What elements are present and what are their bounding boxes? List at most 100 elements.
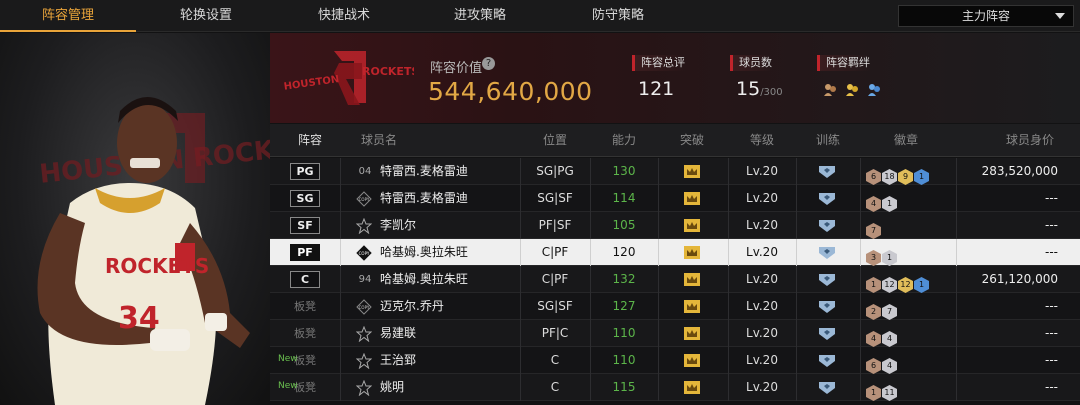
training-icon[interactable] — [818, 326, 836, 341]
bond-bronze-icon[interactable] — [822, 81, 838, 97]
badge-bronze[interactable]: 1 — [866, 277, 881, 293]
player-name[interactable]: 哈基姆.奥拉朱旺 — [380, 266, 468, 293]
card-number: 04 — [358, 166, 372, 177]
team-logo-text-left: HOUSTON — [284, 74, 340, 93]
bond-blue-icon[interactable] — [866, 81, 882, 97]
table-row[interactable]: 板凳 New 王治郅 C 110 Lv.20 6 4 --- — [270, 347, 1080, 374]
badge-bronze[interactable]: 2 — [866, 304, 881, 320]
player-level: Lv.20 — [746, 353, 778, 367]
table-row[interactable]: SG COPY 特雷西.麦格雷迪 SG|SF 114 Lv.20 4 1 --- — [270, 185, 1080, 212]
badge-bronze[interactable]: 4 — [866, 331, 881, 347]
tab-rotation-settings[interactable]: 轮换设置 — [136, 0, 276, 32]
copy-card-icon: COPY — [356, 245, 372, 261]
badge-bronze[interactable]: 6 — [866, 169, 881, 185]
col-player-value[interactable]: 球员身价 — [1000, 124, 1060, 157]
badge-gold[interactable]: 12 — [898, 277, 913, 293]
player-ability: 110 — [612, 326, 636, 340]
table-row[interactable]: 板凳 易建联 PF|C 110 Lv.20 4 4 --- — [270, 320, 1080, 347]
bench-label: 板凳 — [294, 300, 316, 313]
badge-silver[interactable]: 12 — [882, 277, 897, 293]
player-name[interactable]: 王治郅 — [380, 347, 416, 374]
col-lineup[interactable]: 阵容 — [290, 124, 330, 157]
badge-silver[interactable]: 1 — [882, 196, 897, 212]
badge-silver[interactable]: 11 — [882, 385, 897, 401]
divider — [860, 212, 861, 239]
player-position: C|PF — [541, 272, 569, 286]
training-icon[interactable] — [818, 164, 836, 179]
player-name[interactable]: 特雷西.麦格雷迪 — [380, 185, 468, 212]
training-icon[interactable] — [818, 245, 836, 260]
crown-icon[interactable] — [683, 191, 701, 206]
divider — [956, 185, 957, 212]
badge-silver[interactable]: 4 — [882, 358, 897, 374]
col-ability[interactable]: 能力 — [604, 124, 644, 157]
jersey-number-text: 34 — [118, 301, 160, 336]
player-level: Lv.20 — [746, 191, 778, 205]
training-icon[interactable] — [818, 272, 836, 287]
badge-silver[interactable]: 18 — [882, 169, 897, 185]
crown-icon[interactable] — [683, 380, 701, 395]
team-logo-text-right: ROCKETS — [362, 65, 414, 78]
player-name[interactable]: 李凯尔 — [380, 212, 416, 239]
team-value-label: 阵容价值 — [430, 61, 483, 76]
crown-icon[interactable] — [683, 299, 701, 314]
player-name[interactable]: 易建联 — [380, 320, 416, 347]
player-name[interactable]: 姚明 — [380, 374, 404, 401]
player-position: SG|PG — [536, 164, 574, 178]
tab-defense-strategy[interactable]: 防守策略 — [548, 0, 688, 32]
crown-icon[interactable] — [683, 353, 701, 368]
table-row[interactable]: SF 李凯尔 PF|SF 105 Lv.20 7 --- — [270, 212, 1080, 239]
badge-gold[interactable]: 9 — [898, 169, 913, 185]
crown-icon[interactable] — [683, 245, 701, 260]
roster-table-header: 阵容 球员名 位置 能力 突破 等级 训练 徽章 球员身价 — [270, 124, 1080, 157]
player-name[interactable]: 哈基姆.奥拉朱旺 — [380, 239, 468, 266]
col-position[interactable]: 位置 — [535, 124, 575, 157]
crown-icon[interactable] — [683, 272, 701, 287]
badge-bronze[interactable]: 3 — [866, 250, 881, 266]
table-row[interactable]: 板凳 COPY 迈克尔.乔丹 SG|SF 127 Lv.20 2 7 --- — [270, 293, 1080, 320]
tab-quick-tactics[interactable]: 快捷战术 — [276, 0, 412, 32]
badge-bronze[interactable]: 4 — [866, 196, 881, 212]
table-row[interactable]: 板凳 New 姚明 C 115 Lv.20 1 11 --- — [270, 374, 1080, 401]
col-badges[interactable]: 徽章 — [886, 124, 926, 157]
training-icon[interactable] — [818, 218, 836, 233]
col-breakthrough[interactable]: 突破 — [672, 124, 712, 157]
slot-tag: SF — [290, 217, 320, 234]
copy-card-icon: COPY — [356, 191, 372, 207]
player-ability: 105 — [612, 218, 636, 232]
player-value: --- — [1045, 245, 1058, 259]
tab-offense-strategy[interactable]: 进攻策略 — [412, 0, 548, 32]
divider — [658, 266, 659, 293]
help-icon[interactable]: ? — [482, 57, 495, 70]
table-row[interactable]: PF COPY 哈基姆.奥拉朱旺 C|PF 120 Lv.20 3 1 --- — [270, 239, 1080, 266]
table-row[interactable]: C 94 哈基姆.奥拉朱旺 C|PF 132 Lv.20 1 12 12 1 261,120,000 — [270, 266, 1080, 293]
bond-gold-icon[interactable] — [844, 81, 860, 97]
lineup-select[interactable]: 主力阵容 — [898, 5, 1074, 27]
col-player-name[interactable]: 球员名 — [354, 124, 404, 157]
badge-silver[interactable]: 4 — [882, 331, 897, 347]
crown-icon[interactable] — [683, 164, 701, 179]
table-row[interactable]: PG 04 特雷西.麦格雷迪 SG|PG 130 Lv.20 6 18 9 1 283,520,00… — [270, 158, 1080, 185]
player-ability: 130 — [612, 164, 636, 178]
badge-bronze[interactable]: 7 — [866, 223, 881, 239]
player-name[interactable]: 特雷西.麦格雷迪 — [380, 158, 468, 185]
badge-blue[interactable]: 1 — [914, 169, 929, 185]
player-value: --- — [1045, 299, 1058, 313]
crown-icon[interactable] — [683, 326, 701, 341]
badge-silver[interactable]: 7 — [882, 304, 897, 320]
training-icon[interactable] — [818, 299, 836, 314]
badge-bronze[interactable]: 6 — [866, 358, 881, 374]
col-training[interactable]: 训练 — [808, 124, 848, 157]
badge-bronze[interactable]: 1 — [866, 385, 881, 401]
training-icon[interactable] — [818, 191, 836, 206]
training-icon[interactable] — [818, 353, 836, 368]
crown-icon[interactable] — [683, 218, 701, 233]
badge-silver[interactable]: 1 — [882, 250, 897, 266]
badge-blue[interactable]: 1 — [914, 277, 929, 293]
divider — [658, 374, 659, 401]
training-icon[interactable] — [818, 380, 836, 395]
player-level: Lv.20 — [746, 380, 778, 394]
player-name[interactable]: 迈克尔.乔丹 — [380, 293, 444, 320]
col-level[interactable]: 等级 — [742, 124, 782, 157]
tab-lineup-management[interactable]: 阵容管理 — [0, 0, 136, 32]
